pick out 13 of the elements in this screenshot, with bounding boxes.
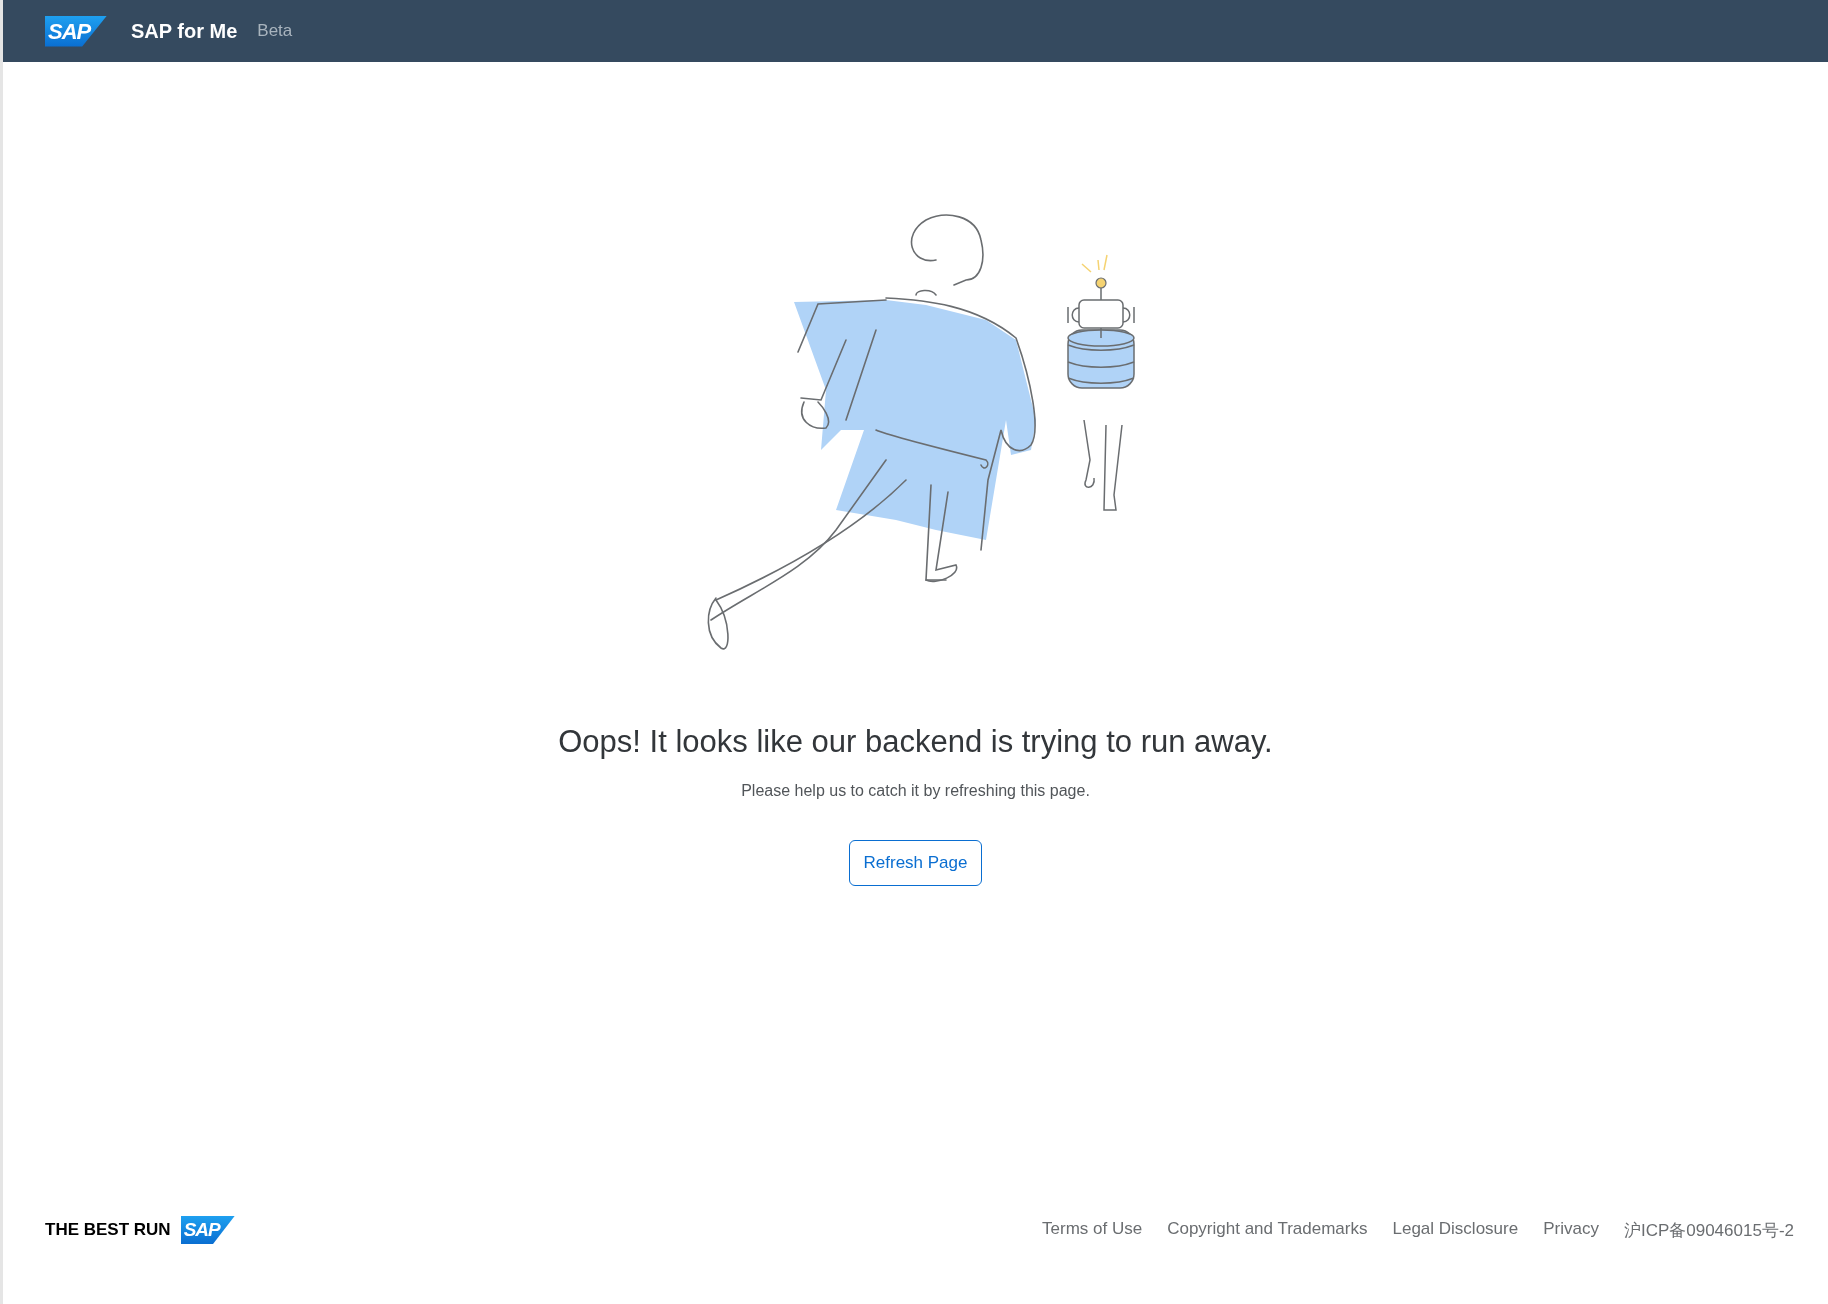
- refresh-page-button[interactable]: Refresh Page: [848, 840, 983, 886]
- error-heading: Oops! It looks like our backend is trying to run away.: [558, 724, 1273, 760]
- footer-link[interactable]: Terms of Use: [1042, 1218, 1143, 1242]
- footer-link[interactable]: Privacy: [1543, 1218, 1599, 1242]
- sap-logo: SAP: [180, 1216, 235, 1244]
- footer-link[interactable]: Legal Disclosure: [1392, 1218, 1519, 1242]
- sap-logo[interactable]: SAP: [45, 15, 107, 47]
- footer-link[interactable]: 沪ICP备09046015号-2: [1623, 1218, 1794, 1242]
- footer-link[interactable]: Copyright and Trademarks: [1167, 1218, 1368, 1242]
- error-message: Please help us to catch it by refreshing this page.: [741, 782, 1090, 800]
- app-title: SAP for Me: [131, 19, 238, 43]
- beta-label: Beta: [257, 21, 293, 41]
- tagline: THE BEST RUN: [45, 1220, 171, 1240]
